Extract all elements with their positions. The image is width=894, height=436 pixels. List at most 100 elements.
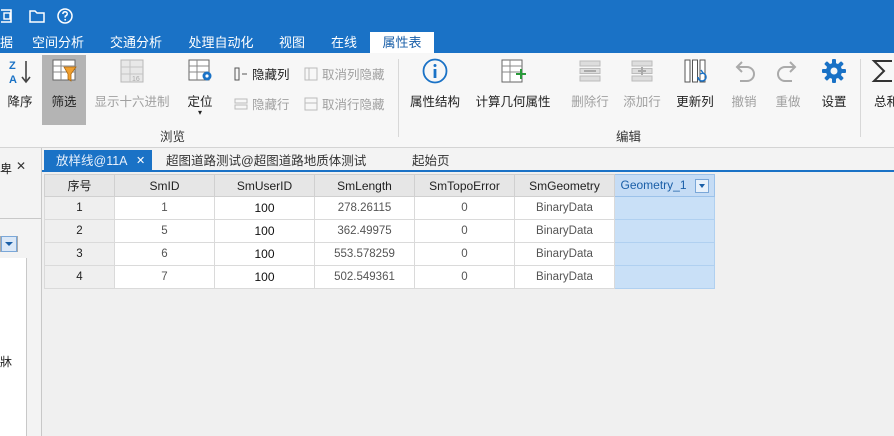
delete-row-button[interactable]: 删除行 bbox=[568, 57, 612, 110]
tab-label: 放样线@11A bbox=[56, 154, 128, 168]
column-header-smuserid[interactable]: SmUserID bbox=[214, 174, 315, 197]
unhide-row-icon bbox=[304, 97, 318, 111]
hide-column-label: 隐藏列 bbox=[252, 68, 290, 82]
table-cell[interactable]: 100 bbox=[214, 242, 315, 266]
attribute-table: 序号 SmID SmUserID SmLength SmTopoError Sm… bbox=[44, 174, 715, 289]
undo-button[interactable]: 撤销 bbox=[726, 57, 762, 110]
delete-row-label: 删除行 bbox=[571, 95, 609, 109]
gear-icon bbox=[820, 57, 848, 85]
add-row-button[interactable]: 添加行 bbox=[620, 57, 664, 110]
show-hex-button[interactable]: 16 显示十六进制 bbox=[92, 57, 172, 110]
panel-divider bbox=[0, 218, 42, 219]
left-dock-panel: 卑 ✕ 牀 bbox=[0, 148, 42, 436]
panel-text-fragment: 牀 bbox=[0, 355, 13, 369]
row-index-cell[interactable]: 3 bbox=[44, 242, 115, 266]
add-row-icon bbox=[628, 57, 656, 85]
attribute-structure-button[interactable]: 属性结构 bbox=[406, 57, 464, 110]
menu-tab-traffic-analysis[interactable]: 交通分析 bbox=[104, 32, 168, 53]
table-cell[interactable]: 5 bbox=[114, 219, 215, 243]
table-cell[interactable]: 0 bbox=[414, 265, 515, 289]
table-cell[interactable]: 0 bbox=[414, 219, 515, 243]
column-dropdown-icon[interactable] bbox=[694, 178, 709, 193]
calculate-geometry-label: 计算几何属性 bbox=[475, 95, 551, 109]
row-index-cell[interactable]: 2 bbox=[44, 219, 115, 243]
layout-icon[interactable] bbox=[0, 7, 18, 25]
hide-column-button[interactable]: 隐藏列 bbox=[234, 65, 290, 85]
redo-button[interactable]: 重做 bbox=[770, 57, 806, 110]
table-cell[interactable]: 100 bbox=[214, 219, 315, 243]
sort-descending-button[interactable]: ZA 降序 bbox=[2, 57, 38, 110]
chevron-down-icon[interactable] bbox=[1, 236, 17, 252]
tab-road-geology[interactable]: 超图道路测试@超图道路地质体测试 bbox=[154, 150, 384, 172]
menu-tab-view[interactable]: 视图 bbox=[272, 32, 312, 53]
unhide-row-button[interactable]: 取消行隐藏 bbox=[304, 95, 385, 115]
calculate-geometry-button[interactable]: 计算几何属性 bbox=[470, 57, 556, 110]
table-cell-selected[interactable] bbox=[614, 242, 715, 266]
hide-row-button[interactable]: 隐藏行 bbox=[234, 95, 290, 115]
settings-button[interactable]: 设置 bbox=[816, 57, 852, 110]
locate-dropdown-icon[interactable]: ▾ bbox=[182, 109, 218, 117]
ribbon-separator-2 bbox=[860, 59, 861, 137]
column-header-smgeometry[interactable]: SmGeometry bbox=[514, 174, 615, 197]
summary-button[interactable]: 总和 bbox=[870, 57, 894, 110]
hide-column-icon bbox=[234, 67, 248, 81]
menu-tab-data[interactable]: 据 bbox=[0, 32, 13, 53]
table-cell[interactable]: 1 bbox=[114, 196, 215, 220]
table-cell-selected[interactable] bbox=[614, 219, 715, 243]
info-icon bbox=[421, 57, 449, 85]
table-row[interactable]: 2 5 100 362.49975 0 BinaryData bbox=[44, 219, 715, 243]
ribbon: ZA 降序 筛选 16 显示十六进制 定位 ▾ 隐藏列 取消列隐藏 隐藏行 取消… bbox=[0, 53, 894, 148]
table-cell[interactable]: BinaryData bbox=[514, 242, 615, 266]
menu-tab-online[interactable]: 在线 bbox=[322, 32, 366, 53]
column-header-smlength[interactable]: SmLength bbox=[314, 174, 415, 197]
menu-bar: 据 空间分析 交通分析 处理自动化 视图 在线 属性表 bbox=[0, 32, 894, 53]
table-row[interactable]: 1 1 100 278.26115 0 BinaryData bbox=[44, 196, 715, 220]
close-icon[interactable]: ✕ bbox=[16, 159, 26, 173]
column-header-smid[interactable]: SmID bbox=[114, 174, 215, 197]
table-cell[interactable]: 7 bbox=[114, 265, 215, 289]
table-cell[interactable]: 100 bbox=[214, 265, 315, 289]
table-cell[interactable]: 362.49975 bbox=[314, 219, 415, 243]
locate-button[interactable]: 定位 ▾ bbox=[182, 57, 218, 117]
menu-tab-automation[interactable]: 处理自动化 bbox=[182, 32, 260, 53]
hide-row-label: 隐藏行 bbox=[252, 98, 290, 112]
column-header-smtopoerror[interactable]: SmTopoError bbox=[414, 174, 515, 197]
column-header-index[interactable]: 序号 bbox=[44, 174, 115, 197]
column-header-geometry-1[interactable]: Geometry_1 bbox=[614, 174, 715, 197]
update-column-button[interactable]: 更新列 bbox=[672, 57, 718, 110]
sort-descending-label: 降序 bbox=[7, 95, 33, 109]
tab-start-page[interactable]: 起始页 bbox=[400, 150, 470, 172]
table-row[interactable]: 4 7 100 502.549361 0 BinaryData bbox=[44, 265, 715, 289]
table-cell[interactable]: 553.578259 bbox=[314, 242, 415, 266]
table-cell[interactable]: 100 bbox=[214, 196, 315, 220]
menu-tab-attribute-table[interactable]: 属性表 bbox=[370, 32, 434, 53]
table-cell[interactable]: BinaryData bbox=[514, 265, 615, 289]
row-index-cell[interactable]: 4 bbox=[44, 265, 115, 289]
open-folder-icon[interactable] bbox=[29, 7, 47, 25]
ribbon-separator bbox=[398, 59, 399, 137]
update-column-label: 更新列 bbox=[676, 95, 714, 109]
menu-tab-spatial-analysis[interactable]: 空间分析 bbox=[26, 32, 90, 53]
unhide-column-button[interactable]: 取消列隐藏 bbox=[304, 65, 385, 85]
document-tab-bar: 放样线@11A ✕ 超图道路测试@超图道路地质体测试 起始页 bbox=[42, 148, 894, 172]
column-header-label: Geometry_1 bbox=[620, 178, 687, 193]
table-row[interactable]: 3 6 100 553.578259 0 BinaryData bbox=[44, 242, 715, 266]
calculate-geometry-icon bbox=[499, 57, 527, 85]
help-icon[interactable] bbox=[56, 7, 74, 25]
table-cell[interactable]: 278.26115 bbox=[314, 196, 415, 220]
table-cell[interactable]: BinaryData bbox=[514, 219, 615, 243]
table-cell[interactable]: 0 bbox=[414, 242, 515, 266]
locate-table-icon bbox=[186, 57, 214, 85]
tab-close-icon[interactable]: ✕ bbox=[136, 150, 145, 172]
panel-list[interactable] bbox=[0, 258, 27, 436]
table-cell[interactable]: 0 bbox=[414, 196, 515, 220]
row-index-cell[interactable]: 1 bbox=[44, 196, 115, 220]
table-cell[interactable]: 6 bbox=[114, 242, 215, 266]
table-cell[interactable]: BinaryData bbox=[514, 196, 615, 220]
table-cell[interactable]: 502.549361 bbox=[314, 265, 415, 289]
filter-button[interactable]: 筛选 bbox=[42, 55, 86, 125]
attribute-structure-label: 属性结构 bbox=[409, 95, 460, 109]
tab-attribute-table-active[interactable]: 放样线@11A ✕ bbox=[44, 150, 152, 172]
table-cell-selected[interactable] bbox=[614, 196, 715, 220]
table-cell-selected[interactable] bbox=[614, 265, 715, 289]
